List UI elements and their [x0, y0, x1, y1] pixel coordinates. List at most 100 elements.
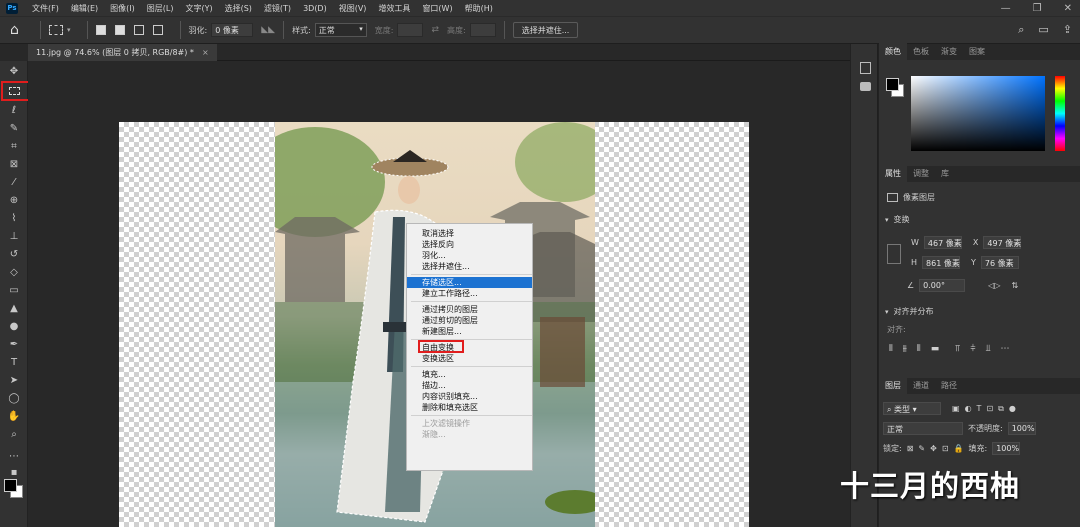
- height-field[interactable]: 861 像素: [922, 256, 961, 269]
- menu-select[interactable]: 选择(S): [219, 3, 258, 14]
- tab-properties[interactable]: 属性: [879, 165, 907, 182]
- menu-help[interactable]: 帮助(H): [459, 3, 499, 14]
- hue-slider[interactable]: [1055, 76, 1065, 151]
- lock-position-icon[interactable]: ✥: [930, 444, 937, 453]
- eraser-tool-icon[interactable]: ◇: [7, 265, 21, 279]
- width-field[interactable]: 467 像素: [923, 236, 962, 249]
- lock-transparent-icon[interactable]: ⊠: [907, 444, 914, 453]
- layer-filter-select[interactable]: ⌕ 类型 ▾: [883, 402, 941, 415]
- path-selection-tool-icon[interactable]: ➤: [7, 373, 21, 387]
- filter-toggle-icon[interactable]: ●: [1009, 404, 1016, 413]
- new-selection-icon[interactable]: [95, 25, 106, 35]
- align-bottom-icon[interactable]: ⫫: [985, 344, 990, 354]
- maximize-icon[interactable]: ❐: [1033, 3, 1042, 14]
- select-and-mask-button[interactable]: 选择并遮住...: [512, 22, 579, 38]
- menu-item-new-layer[interactable]: 新建图层...: [407, 326, 532, 337]
- blend-mode-select[interactable]: 正常: [883, 422, 963, 435]
- filter-type-icon[interactable]: T: [977, 404, 982, 413]
- swap-icon[interactable]: ⇄: [431, 25, 439, 35]
- spot-healing-tool-icon[interactable]: ⊕: [7, 193, 21, 207]
- menu-item-select-inverse[interactable]: 选择反向: [407, 239, 532, 250]
- history-icon[interactable]: [860, 62, 871, 74]
- style-select[interactable]: 正常 ▾: [314, 23, 367, 37]
- default-colors-icon[interactable]: ▪: [7, 465, 21, 479]
- menu-item-save-selection[interactable]: 存储选区...: [407, 277, 532, 288]
- link-icon[interactable]: [887, 244, 901, 264]
- menu-window[interactable]: 窗口(W): [416, 3, 458, 14]
- brush-tool-icon[interactable]: ⌇: [7, 211, 21, 225]
- ellipse-tool-icon[interactable]: ◯: [7, 391, 21, 405]
- minimize-icon[interactable]: —: [1001, 3, 1011, 14]
- tab-swatches[interactable]: 色板: [907, 43, 935, 60]
- menu-item-fill[interactable]: 填充...: [407, 369, 532, 380]
- close-tab-icon[interactable]: ×: [202, 48, 209, 57]
- menu-file[interactable]: 文件(F): [26, 3, 65, 14]
- chevron-down-icon[interactable]: ▾: [885, 216, 889, 224]
- search-icon[interactable]: ⌕: [1018, 23, 1024, 37]
- tab-libraries[interactable]: 库: [935, 165, 955, 182]
- tab-layers[interactable]: 图层: [879, 377, 907, 394]
- hand-tool-icon[interactable]: ✋: [7, 409, 21, 423]
- workspace-icon[interactable]: ▭: [1038, 23, 1048, 37]
- menu-item-select-and-mask[interactable]: 选择并遮住...: [407, 261, 532, 272]
- foreground-color-swatch[interactable]: [4, 479, 17, 492]
- filter-pixel-icon[interactable]: ▣: [952, 404, 960, 413]
- add-to-selection-icon[interactable]: [114, 25, 125, 35]
- anti-alias-icon[interactable]: ◣◣: [261, 25, 275, 35]
- align-top-icon[interactable]: ⫪: [955, 344, 960, 354]
- fill-field[interactable]: 100%: [992, 442, 1021, 455]
- quick-selection-tool-icon[interactable]: ✎: [7, 121, 21, 135]
- intersect-selection-icon[interactable]: [152, 25, 163, 35]
- color-field[interactable]: [911, 76, 1045, 151]
- crop-tool-icon[interactable]: ⌗: [7, 139, 21, 153]
- blur-tool-icon[interactable]: ▲: [7, 301, 21, 315]
- lasso-tool-icon[interactable]: ℓ: [7, 103, 21, 117]
- zoom-tool-icon[interactable]: ⌕: [7, 427, 21, 441]
- gradient-tool-icon[interactable]: ▭: [7, 283, 21, 297]
- chevron-down-icon[interactable]: ▾: [885, 308, 889, 316]
- x-field[interactable]: 497 像素: [983, 236, 1022, 249]
- frame-tool-icon[interactable]: ⊠: [7, 157, 21, 171]
- menu-edit[interactable]: 编辑(E): [65, 3, 104, 14]
- comment-icon[interactable]: [860, 82, 871, 91]
- menu-view[interactable]: 视图(V): [333, 3, 373, 14]
- menu-item-stroke[interactable]: 描边...: [407, 380, 532, 391]
- clone-stamp-tool-icon[interactable]: ⊥: [7, 229, 21, 243]
- opacity-field[interactable]: 100%: [1007, 422, 1036, 435]
- share-icon[interactable]: ⇪: [1063, 23, 1072, 37]
- menu-item-layer-via-copy[interactable]: 通过拷贝的图层: [407, 304, 532, 315]
- more-tools-icon[interactable]: ⋯: [7, 449, 21, 463]
- height-input[interactable]: [469, 23, 496, 37]
- menu-item-layer-via-cut[interactable]: 通过剪切的图层: [407, 315, 532, 326]
- menu-3d[interactable]: 3D(D): [297, 4, 333, 13]
- align-left-icon[interactable]: ⫴: [889, 344, 893, 354]
- width-input[interactable]: [397, 23, 424, 37]
- lock-all-icon[interactable]: 🔒: [954, 444, 964, 453]
- flip-horizontal-icon[interactable]: ◁▷: [988, 281, 1000, 290]
- move-tool-icon[interactable]: ✥: [7, 64, 21, 78]
- feather-input[interactable]: 0 像素: [211, 23, 254, 37]
- home-icon[interactable]: ⌂: [10, 22, 32, 38]
- filter-shape-icon[interactable]: ⊡: [986, 404, 993, 413]
- menu-item-feather[interactable]: 羽化...: [407, 250, 532, 261]
- align-vcenter-icon[interactable]: ⫩: [970, 344, 975, 354]
- marquee-preset-icon[interactable]: [49, 25, 63, 35]
- menu-item-transform-selection[interactable]: 变换选区: [407, 353, 532, 364]
- document-tab[interactable]: 11.jpg @ 74.6% (图层 0 拷贝, RGB/8#) * ×: [28, 44, 217, 61]
- distribute-icon[interactable]: ▬: [931, 344, 940, 354]
- menu-layer[interactable]: 图层(L): [141, 3, 180, 14]
- type-tool-icon[interactable]: T: [7, 355, 21, 369]
- menu-image[interactable]: 图像(I): [104, 3, 141, 14]
- chevron-down-icon[interactable]: ▾: [67, 26, 71, 34]
- lock-artboard-icon[interactable]: ⊡: [942, 444, 949, 453]
- lock-pixels-icon[interactable]: ✎: [918, 444, 925, 453]
- menu-filter[interactable]: 滤镜(T): [258, 3, 297, 14]
- tab-channels[interactable]: 通道: [907, 377, 935, 394]
- tab-color[interactable]: 颜色: [879, 43, 907, 60]
- dodge-tool-icon[interactable]: ●: [7, 319, 21, 333]
- filter-smart-icon[interactable]: ⧉: [998, 404, 1004, 414]
- more-options-icon[interactable]: ⋯: [1001, 344, 1010, 354]
- y-field[interactable]: 76 像素: [980, 256, 1019, 269]
- menu-item-make-work-path[interactable]: 建立工作路径...: [407, 288, 532, 299]
- panel-fg-swatch[interactable]: [886, 78, 899, 91]
